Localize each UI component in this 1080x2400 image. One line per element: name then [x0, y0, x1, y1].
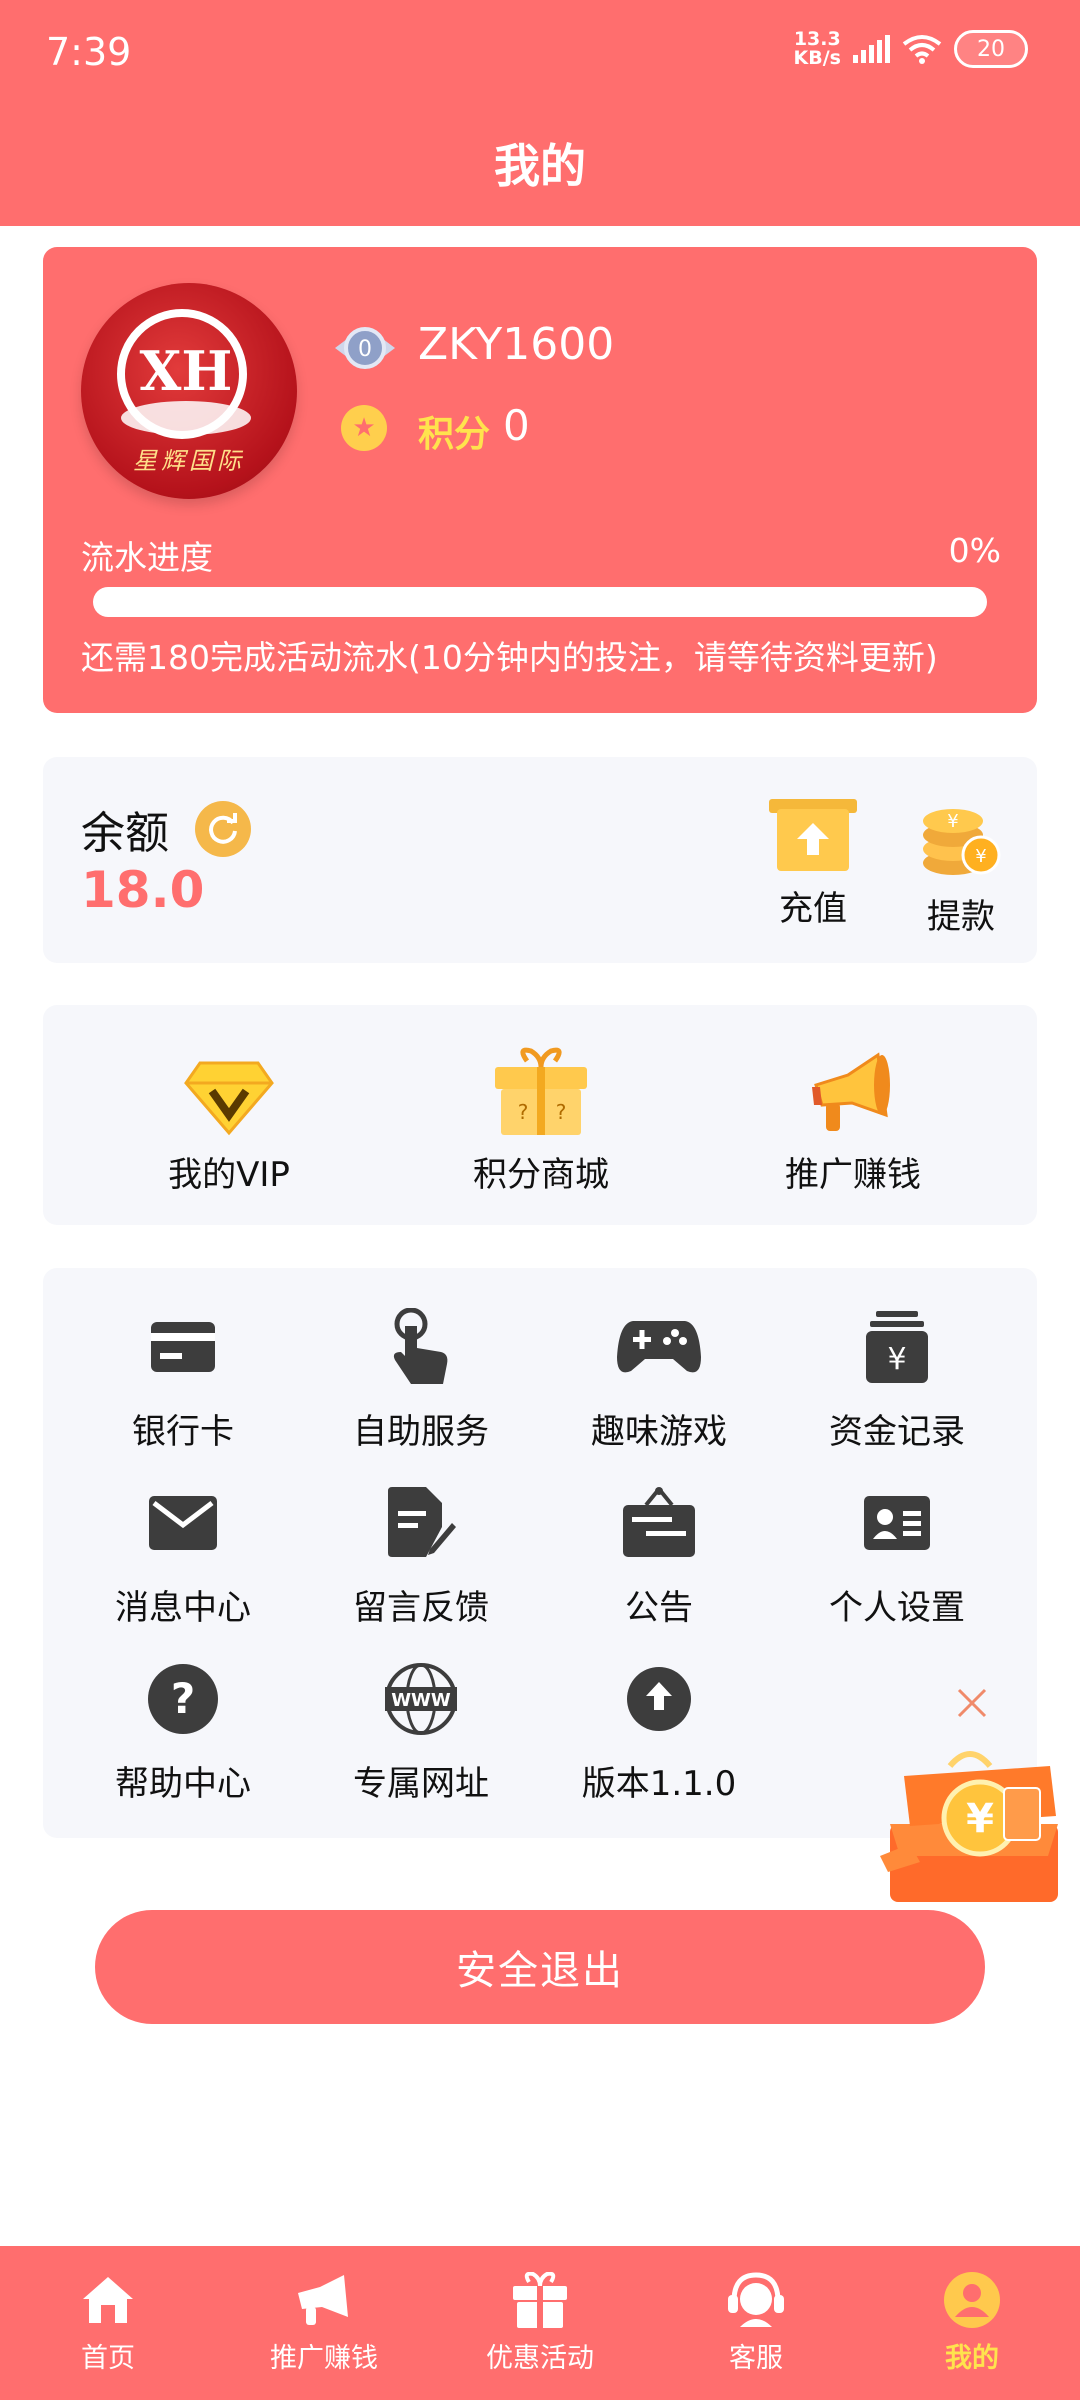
www-globe-icon: WWW: [385, 1663, 457, 1735]
nav-home[interactable]: 首页: [0, 2246, 216, 2400]
hand-pointer-icon: [393, 1308, 448, 1384]
battery-icon: 20: [954, 30, 1028, 68]
svg-text:0: 0: [358, 337, 372, 362]
megaphone-icon: [298, 2275, 348, 2325]
vip-diamond-icon: [184, 1061, 274, 1136]
page-title: 我的: [494, 139, 586, 193]
flow-progress-bar: [93, 587, 987, 617]
points-mall-shortcut[interactable]: ? ? 积分商城: [431, 1047, 651, 1196]
balance-label: 余额: [81, 808, 169, 859]
status-icons: 13.3 KB/s 20: [794, 30, 1028, 68]
menu-item-bank-card[interactable]: 银行卡: [73, 1306, 293, 1453]
menu-item-messages[interactable]: 消息中心: [73, 1482, 293, 1629]
svg-text:¥: ¥: [966, 1796, 994, 1842]
promo-shortcut[interactable]: 推广赚钱: [743, 1047, 963, 1196]
menu-item-version[interactable]: 版本1.1.0: [549, 1658, 769, 1805]
svg-text:¥: ¥: [975, 846, 986, 867]
id-card-icon: [864, 1496, 930, 1550]
help-icon: ?: [148, 1664, 218, 1734]
withdraw-button[interactable]: ¥ ¥ 提款: [901, 797, 1021, 938]
money-record-icon: ¥: [866, 1311, 928, 1383]
nav-promo[interactable]: 推广赚钱: [216, 2246, 432, 2400]
megaphone-icon: [812, 1052, 890, 1131]
menu-item-help[interactable]: ? 帮助中心: [73, 1658, 293, 1805]
svg-text:¥: ¥: [887, 1342, 906, 1377]
menu-item-feedback[interactable]: 留言反馈: [311, 1482, 531, 1629]
refresh-icon[interactable]: [195, 801, 251, 857]
user-icon: [944, 2272, 1000, 2328]
envelope-icon: [149, 1496, 217, 1550]
floating-gift-icon[interactable]: ¥: [880, 1736, 1070, 1908]
bank-card-icon: [151, 1322, 215, 1372]
balance-value: 18.0: [81, 861, 205, 919]
flow-percent: 0%: [948, 531, 1001, 570]
feedback-icon: [388, 1487, 456, 1557]
menu-item-exclusive-url[interactable]: WWW 专属网址: [311, 1658, 531, 1805]
level-badge-icon: 0: [335, 327, 395, 369]
menu-item-notice[interactable]: 公告: [549, 1482, 769, 1629]
close-icon[interactable]: [955, 1686, 989, 1720]
nav-mine[interactable]: 我的: [864, 2246, 1080, 2400]
avatar[interactable]: XH 星辉国际: [81, 283, 297, 499]
gift-box-icon: ? ?: [495, 1047, 587, 1135]
star-icon: ★: [341, 405, 387, 451]
network-speed: 13.3 KB/s: [793, 28, 841, 69]
deposit-icon: [769, 799, 857, 871]
profile-card: XH 星辉国际 0 ZKY1600 ★ 积分 0 流水进度 0% 还需180完成…: [43, 247, 1037, 713]
menu-item-fun-games[interactable]: 趣味游戏: [549, 1306, 769, 1453]
username: ZKY1600: [418, 319, 615, 370]
flow-label: 流水进度: [81, 538, 213, 577]
svg-text:¥: ¥: [947, 811, 958, 832]
shortcuts-card: 我的VIP ? ? 积分商城 推广赚钱: [43, 1005, 1037, 1225]
menu-item-personal-settings[interactable]: 个人设置: [787, 1482, 1007, 1629]
svg-text:?: ?: [518, 1100, 529, 1124]
balance-card: 余额 18.0 充值 ¥ ¥ 提款: [43, 757, 1037, 963]
nav-promotions[interactable]: 优惠活动: [432, 2246, 648, 2400]
coins-icon: ¥ ¥: [923, 809, 1001, 875]
gamepad-icon: [617, 1321, 701, 1373]
menu-item-self-service[interactable]: 自助服务: [311, 1306, 531, 1453]
points-value: 0: [503, 401, 530, 450]
bottom-nav: 首页 推广赚钱 优惠活动 客服 我的: [0, 2246, 1080, 2400]
home-icon: [83, 2277, 133, 2323]
points-label: 积分: [418, 414, 491, 455]
deposit-button[interactable]: 充值: [753, 797, 873, 930]
svg-text:?: ?: [171, 1674, 195, 1723]
gift-icon: [513, 2272, 567, 2328]
logout-button[interactable]: 安全退出: [95, 1910, 985, 2024]
svg-text:?: ?: [556, 1100, 567, 1124]
svg-text:WWW: WWW: [391, 1690, 451, 1711]
nav-customer-service[interactable]: 客服: [648, 2246, 864, 2400]
notice-board-icon: [623, 1487, 695, 1557]
top-bar: 7:39 13.3 KB/s 20 我的: [0, 0, 1080, 226]
vip-shortcut[interactable]: 我的VIP: [119, 1047, 339, 1196]
wifi-icon: [902, 35, 942, 64]
signal-icon: [853, 35, 890, 63]
headset-icon: [728, 2272, 784, 2327]
flow-note: 还需180完成活动流水(10分钟内的投注，请等待资料更新): [81, 638, 938, 677]
version-upload-icon: [627, 1667, 691, 1731]
menu-item-money-record[interactable]: ¥ 资金记录: [787, 1306, 1007, 1453]
status-time: 7:39: [46, 30, 132, 74]
